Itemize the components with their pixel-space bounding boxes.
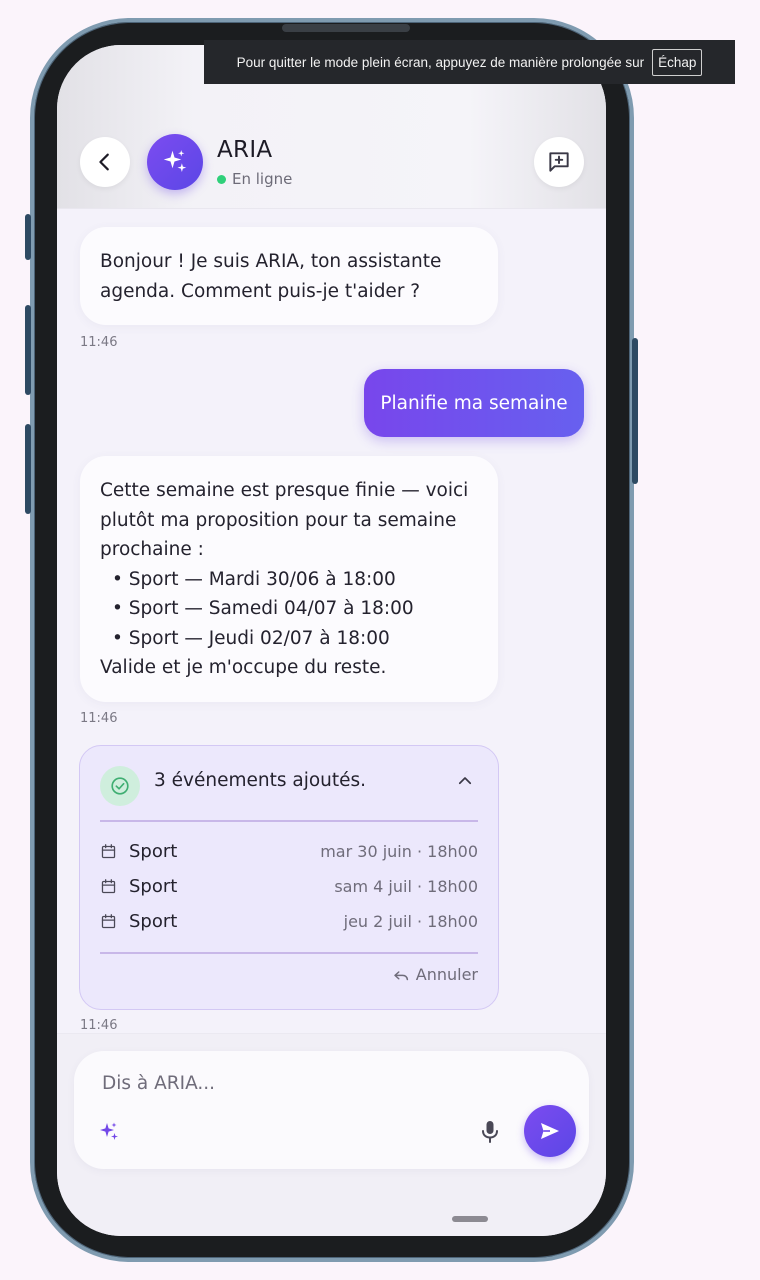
bot-name: ARIA [217, 137, 273, 163]
event-date: sam 4 juil · 18h00 [334, 876, 478, 896]
chevron-left-icon [99, 153, 109, 171]
calendar-icon [101, 913, 116, 928]
phone-volume-up-button [25, 305, 31, 395]
microphone-button[interactable] [474, 1115, 506, 1149]
card-divider [100, 952, 478, 954]
send-button[interactable] [524, 1105, 576, 1157]
phone-volume-down-button [25, 424, 31, 514]
chevron-up-icon [458, 777, 472, 785]
undo-button[interactable]: Annuler [392, 965, 478, 984]
new-conversation-button[interactable] [534, 137, 584, 187]
event-row[interactable]: Sport mar 30 juin · 18h00 [100, 837, 478, 865]
card-divider [100, 820, 478, 822]
event-name: Sport [129, 875, 178, 897]
event-row[interactable]: Sport sam 4 juil · 18h00 [100, 872, 478, 900]
message-input[interactable] [102, 1067, 502, 1099]
check-circle-icon [111, 777, 129, 795]
online-status: En ligne [217, 170, 292, 188]
success-badge [100, 766, 140, 806]
proposal-item: Sport — Mardi 30/06 à 18:00 [100, 565, 478, 595]
message-text: Bonjour ! Je suis ARIA, ton assistante a… [100, 251, 442, 302]
calendar-icon [101, 843, 116, 858]
proposal-outro: Valide et je m'occupe du reste. [100, 657, 387, 678]
toast-message: Pour quitter le mode plein écran, appuye… [236, 54, 645, 70]
sparkles-icon [163, 150, 187, 172]
message-text: Planifie ma semaine [380, 392, 568, 414]
online-dot-icon [217, 174, 226, 184]
events-added-card: 3 événements ajoutés. Sport mar 30 juin … [79, 745, 499, 1010]
undo-label: Annuler [415, 965, 478, 984]
event-row[interactable]: Sport jeu 2 juil · 18h00 [100, 907, 478, 935]
home-indicator [452, 1216, 488, 1222]
bot-avatar [147, 134, 203, 190]
microphone-icon [482, 1121, 498, 1143]
add-comment-icon [549, 152, 569, 172]
phone-action-button [25, 214, 31, 260]
message-timestamp: 11:46 [80, 711, 118, 726]
send-icon [541, 1123, 559, 1139]
phone-screen: ARIA En ligne Bonjour ! Je suis ARIA, to… [57, 45, 606, 1236]
calendar-icon [101, 878, 116, 893]
phone-top-speaker [282, 24, 410, 32]
message-timestamp: 11:46 [80, 335, 118, 350]
phone-power-button [632, 338, 638, 484]
undo-icon [394, 970, 408, 980]
proposal-item: Sport — Samedi 04/07 à 18:00 [100, 594, 478, 624]
status-label: En ligne [232, 170, 293, 188]
event-date: jeu 2 juil · 18h00 [343, 911, 478, 931]
user-message: Planifie ma semaine [364, 369, 584, 437]
events-card-title: 3 événements ajoutés. [154, 770, 367, 791]
message-composer [74, 1051, 589, 1169]
escape-key-hint: Échap [652, 48, 703, 76]
bot-message-proposal: Cette semaine est presque finie — voici … [80, 456, 498, 702]
sparkles-icon [100, 1122, 118, 1140]
event-date: mar 30 juin · 18h00 [320, 841, 478, 861]
collapse-button[interactable] [456, 772, 474, 794]
event-name: Sport [129, 910, 178, 932]
event-name: Sport [129, 840, 178, 862]
proposal-item: Sport — Jeudi 02/07 à 18:00 [100, 624, 478, 654]
back-button[interactable] [80, 137, 130, 187]
suggestions-button[interactable] [94, 1117, 124, 1147]
proposal-intro: Cette semaine est presque finie — voici … [100, 480, 469, 560]
proposal-list: Sport — Mardi 30/06 à 18:00 Sport — Same… [100, 565, 478, 654]
fullscreen-exit-toast: Pour quitter le mode plein écran, appuye… [204, 40, 735, 84]
message-timestamp: 11:46 [80, 1018, 118, 1033]
bot-message-greeting: Bonjour ! Je suis ARIA, ton assistante a… [80, 227, 498, 325]
